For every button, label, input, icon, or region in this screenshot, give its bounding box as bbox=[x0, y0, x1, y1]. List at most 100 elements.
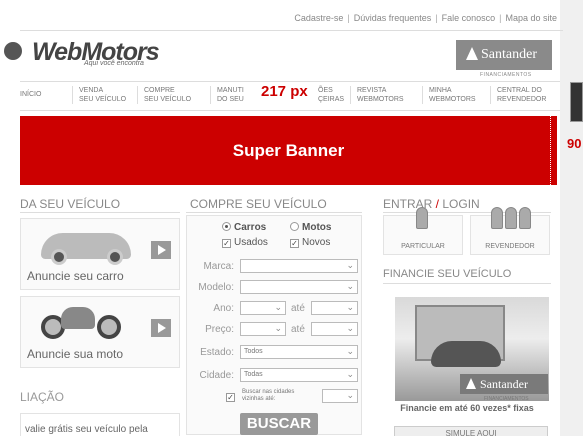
year-to-select[interactable] bbox=[311, 301, 358, 315]
separator: | bbox=[499, 13, 502, 23]
divider bbox=[20, 30, 563, 31]
finance-sponsor-subtitle: FINANCIAMENTOS bbox=[484, 396, 529, 402]
car-image bbox=[431, 341, 501, 367]
radio-label: Carros bbox=[234, 222, 267, 233]
nav-item-buy[interactable]: COMPRE SEU VEÍCULO bbox=[137, 86, 191, 104]
login-title-login: LOGIN bbox=[442, 197, 480, 211]
nav-label: SEU VEÍCULO bbox=[144, 96, 192, 103]
side-panel-edge bbox=[570, 82, 583, 122]
login-section-title: ENTRAR / LOGIN bbox=[383, 197, 480, 211]
nav-label: SEU VEÍCULO bbox=[79, 96, 127, 103]
checkbox-label: Novos bbox=[302, 237, 331, 248]
evaluation-text: valie grátis seu veículo pela bbox=[25, 424, 148, 435]
sitemap-link[interactable]: Mapa do site bbox=[505, 13, 557, 23]
new-checkbox[interactable]: ✓ Novos bbox=[290, 237, 330, 248]
super-banner[interactable]: Super Banner bbox=[20, 116, 557, 185]
nav-label: INÍCIO bbox=[20, 91, 42, 98]
nav-label: REVENDEDOR bbox=[497, 96, 547, 103]
motorcycle-icon bbox=[61, 307, 95, 329]
nav-label: WEBMOTORS bbox=[357, 96, 404, 103]
price-to-select[interactable] bbox=[311, 322, 358, 336]
model-label: Modelo: bbox=[198, 282, 234, 293]
person-icon bbox=[416, 207, 428, 229]
buy-section-title: COMPRE SEU VEÍCULO bbox=[190, 197, 327, 211]
divider bbox=[383, 283, 551, 284]
price-label: Preço: bbox=[205, 324, 234, 335]
checkbox-checked-icon[interactable]: ✓ bbox=[222, 239, 231, 248]
radio-selected-icon[interactable] bbox=[222, 222, 231, 231]
finance-section-title: FINANCIE SEU VEÍCULO bbox=[383, 268, 512, 280]
nav-label: REVISTA bbox=[357, 87, 387, 94]
dealer-label: REVENDEDOR bbox=[485, 243, 535, 250]
nav-label: VENDA bbox=[79, 87, 104, 94]
sponsor-brand: Santander bbox=[481, 47, 537, 62]
signup-link[interactable]: Cadastre-se bbox=[294, 13, 343, 23]
wheel-icon bbox=[97, 315, 121, 339]
used-checkbox[interactable]: ✓ Usados bbox=[222, 237, 268, 248]
flame-icon bbox=[466, 378, 476, 389]
divider bbox=[186, 212, 362, 213]
city-select[interactable]: Todas bbox=[240, 368, 358, 382]
login-title-separator: / bbox=[432, 197, 443, 211]
arrow-right-icon[interactable] bbox=[151, 241, 171, 259]
year-from-select[interactable] bbox=[240, 301, 286, 315]
arrow-right-icon[interactable] bbox=[151, 319, 171, 337]
price-from-select[interactable] bbox=[240, 322, 286, 336]
logo-mark-icon bbox=[4, 42, 22, 60]
nav-item-maintenance[interactable]: MANUTI DO SEU bbox=[210, 86, 244, 104]
nearby-cities-label: Buscar nas cidades vizinhas até: bbox=[242, 389, 295, 402]
brand-label: Marca: bbox=[203, 261, 234, 272]
nav-label: CENTRAL DO bbox=[497, 87, 542, 94]
model-select[interactable] bbox=[240, 280, 358, 294]
radio-icon[interactable] bbox=[290, 222, 299, 231]
radio-label: Motos bbox=[302, 222, 332, 233]
distance-select[interactable] bbox=[322, 389, 358, 403]
wheel-icon bbox=[51, 249, 67, 265]
nearby-cities-checkbox[interactable]: ✓ bbox=[226, 393, 235, 402]
top-links: Cadastre-se | Dúvidas frequentes | Fale cono… bbox=[294, 13, 557, 23]
advertise-moto-label: Anuncie sua moto bbox=[27, 347, 124, 361]
nav-item-financing[interactable]: ÕES ÇEIRAS bbox=[312, 86, 344, 104]
year-to-label: até bbox=[291, 303, 305, 314]
checkbox-label: Usados bbox=[234, 237, 268, 248]
brand-select[interactable] bbox=[240, 259, 358, 273]
nav-label: DO SEU bbox=[217, 96, 244, 103]
person-icon bbox=[491, 207, 503, 229]
sponsor-logo[interactable]: Santander bbox=[456, 40, 552, 70]
nav-label: COMPRE bbox=[144, 87, 175, 94]
login-particular-card[interactable]: PARTICULAR bbox=[383, 207, 463, 255]
nav-item-magazine[interactable]: REVISTA WEBMOTORS bbox=[350, 86, 404, 104]
advertise-car-card[interactable]: Anuncie seu carro bbox=[20, 218, 180, 290]
dimension-annotation: 217 px bbox=[258, 83, 311, 100]
advertise-moto-card[interactable]: Anuncie sua moto bbox=[20, 296, 180, 368]
nav-label: WEBMOTORS bbox=[429, 96, 476, 103]
contact-link[interactable]: Fale conosco bbox=[442, 13, 496, 23]
vehicle-type-moto[interactable]: Motos bbox=[290, 222, 331, 233]
flame-icon bbox=[466, 47, 478, 60]
nav-item-home[interactable]: INÍCIO bbox=[20, 90, 41, 99]
faq-link[interactable]: Dúvidas frequentes bbox=[354, 13, 432, 23]
city-label: Cidade: bbox=[199, 370, 234, 381]
site-logo[interactable]: WebMotors Aqui você encontra bbox=[4, 38, 160, 72]
person-icon bbox=[519, 207, 531, 229]
nav-item-my-webmotors[interactable]: MINHA WEBMOTORS bbox=[422, 86, 476, 104]
nav-label: MINHA bbox=[429, 87, 452, 94]
year-label: Ano: bbox=[213, 303, 234, 314]
price-to-label: até bbox=[291, 324, 305, 335]
nav-item-sell[interactable]: VENDA SEU VEÍCULO bbox=[72, 86, 126, 104]
login-dealer-card[interactable]: REVENDEDOR bbox=[470, 207, 550, 255]
simulate-button[interactable]: SIMULE AQUI bbox=[394, 426, 548, 436]
nav-item-dealer-center[interactable]: CENTRAL DO REVENDEDOR bbox=[490, 86, 546, 104]
checkbox-checked-icon[interactable]: ✓ bbox=[290, 239, 299, 248]
logo-tagline: Aqui você encontra bbox=[84, 60, 144, 67]
state-select[interactable]: Todos bbox=[240, 345, 358, 359]
separator: | bbox=[347, 13, 350, 23]
dimension-annotation-right: 90 bbox=[567, 136, 582, 151]
vehicle-type-car[interactable]: Carros bbox=[222, 222, 266, 233]
state-label: Estado: bbox=[200, 347, 234, 358]
evaluation-box[interactable]: valie grátis seu veículo pela bbox=[20, 413, 180, 436]
wheel-icon bbox=[107, 249, 123, 265]
person-icon bbox=[505, 207, 517, 229]
particular-label: PARTICULAR bbox=[401, 243, 445, 250]
search-button[interactable]: BUSCAR bbox=[240, 413, 318, 435]
